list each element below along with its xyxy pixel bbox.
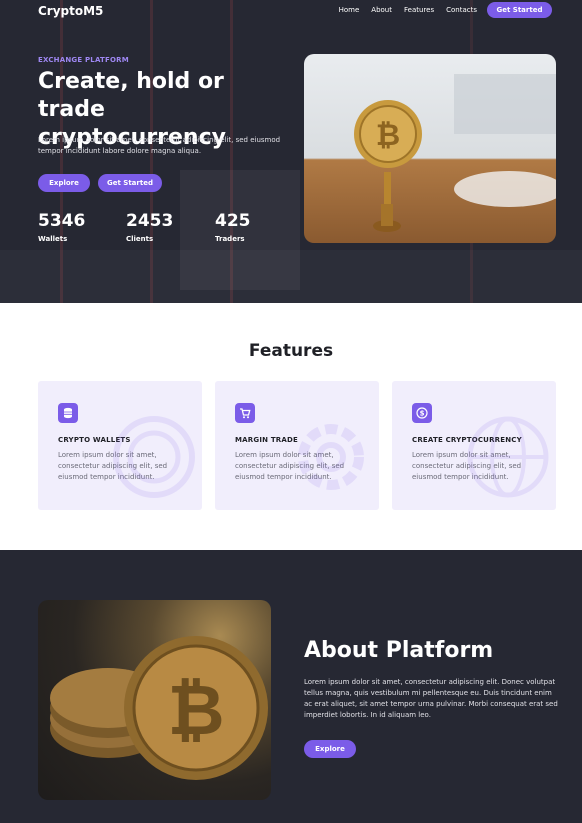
top-nav: CryptoM5 Home About Features Contacts Ge… xyxy=(0,0,582,22)
stat-label: Traders xyxy=(215,235,245,243)
logo[interactable]: CryptoM5 xyxy=(38,4,103,18)
bitcoin-stand-illustration: ₿ xyxy=(354,74,556,232)
nav-get-started-button[interactable]: Get Started xyxy=(487,2,552,18)
stat-clients: 2453 Clients xyxy=(126,210,173,243)
about-description: Lorem ipsum dolor sit amet, consectetur … xyxy=(304,678,558,719)
svg-text:₿: ₿ xyxy=(167,669,224,751)
svg-text:₿: ₿ xyxy=(376,118,400,153)
bitcoin-coins-illustration: ₿ xyxy=(50,636,268,780)
about-bitcoin-photo: ₿ xyxy=(38,600,271,800)
globe-watermark-icon xyxy=(467,416,549,498)
feature-card-crypto-wallets[interactable]: CRYPTO WALLETS Lorem ipsum dolor sit ame… xyxy=(38,381,202,510)
gear-watermark-icon xyxy=(298,424,364,490)
cart-icon xyxy=(235,403,255,423)
hero-get-started-button[interactable]: Get Started xyxy=(98,174,162,192)
svg-text:$: $ xyxy=(420,410,425,418)
nav-link-features[interactable]: Features xyxy=(404,6,434,14)
feature-card-create-cryptocurrency[interactable]: $ CREATE CRYPTOCURRENCY Lorem ipsum dolo… xyxy=(392,381,556,510)
nav-link-about[interactable]: About xyxy=(371,6,392,14)
stat-label: Clients xyxy=(126,235,154,243)
hero-description: Lorem ipsum dolor sit amet, consectetur … xyxy=(38,136,281,155)
stat-value: 425 xyxy=(215,211,251,231)
feature-card-margin-trade[interactable]: MARGIN TRADE Lorem ipsum dolor sit amet,… xyxy=(215,381,379,510)
hero-explore-button[interactable]: Explore xyxy=(38,174,90,192)
stat-value: 2453 xyxy=(126,211,174,231)
coin-watermark-icon xyxy=(113,416,195,498)
stat-value: 5346 xyxy=(38,211,86,231)
features-section: Features CRYPTO WALLETS Lorem ipsum dolo… xyxy=(0,303,582,550)
stat-label: Wallets xyxy=(38,235,68,243)
dollar-coin-icon: $ xyxy=(412,403,432,423)
about-title: About Platform xyxy=(304,638,494,663)
nav-link-contacts[interactable]: Contacts xyxy=(446,6,477,14)
stat-traders: 425 Traders xyxy=(215,210,251,243)
hero-bitcoin-photo: ₿ xyxy=(304,54,556,243)
stat-wallets: 5346 Wallets xyxy=(38,210,85,243)
nav-link-home[interactable]: Home xyxy=(339,6,360,14)
features-title: Features xyxy=(248,341,334,361)
hero-eyebrow: EXCHANGE PLATFORM xyxy=(38,56,129,64)
about-explore-button[interactable]: Explore xyxy=(304,740,356,758)
hero-section: CryptoM5 Home About Features Contacts Ge… xyxy=(0,0,582,303)
about-section: ₿ About Platform Lorem ipsum dolor sit a… xyxy=(0,550,582,823)
nav-links: Home About Features Contacts xyxy=(339,6,477,14)
database-icon xyxy=(58,403,78,423)
